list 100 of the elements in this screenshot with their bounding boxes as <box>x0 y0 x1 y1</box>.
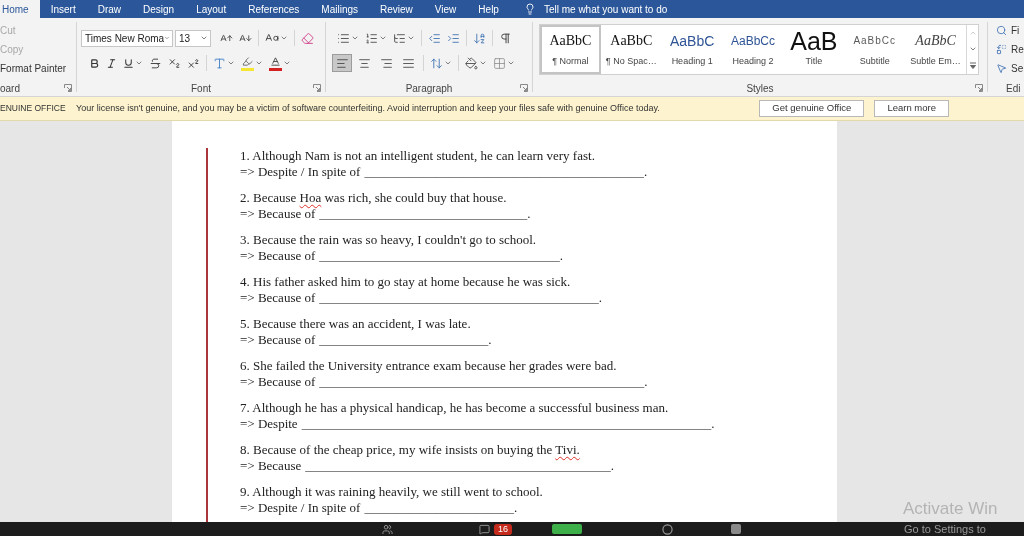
dialog-launcher-icon[interactable] <box>520 84 528 92</box>
period-text: . <box>643 164 648 180</box>
answer-prompt: => Because <box>240 458 302 474</box>
caret-icon <box>164 34 170 42</box>
fill-in-line[interactable]: _____________________________________ <box>319 248 560 264</box>
people-icon[interactable] <box>382 523 393 535</box>
decrease-indent-icon <box>428 31 441 45</box>
ribbon-tab[interactable]: Help <box>467 0 510 18</box>
ribbon-tab[interactable]: Home <box>0 0 40 18</box>
caret-icon <box>351 34 359 42</box>
period-text: . <box>513 500 518 516</box>
activation-hint: Go to Settings to <box>904 523 986 536</box>
align-left-icon <box>335 56 349 70</box>
paint-bucket-icon <box>465 56 478 70</box>
align-left-button[interactable] <box>332 54 352 72</box>
tell-me-field[interactable]: Tell me what you want to do <box>543 1 704 17</box>
sort-icon <box>473 31 486 45</box>
answer-prompt: => Because of <box>240 290 316 306</box>
ribbon-tab[interactable]: Layout <box>185 0 238 18</box>
exercise-sentence: 7. Although he has a physical handicap, he has become a successful business man. <box>240 400 670 416</box>
highlighter-icon <box>241 55 254 71</box>
fill-in-line[interactable]: _______________________________________________ <box>305 458 611 474</box>
caret-icon <box>135 59 143 67</box>
style-option[interactable]: AaBbC ¶ Normal <box>540 25 601 74</box>
ribbon-tab[interactable]: Mailings <box>310 0 370 18</box>
notice-button[interactable]: Get genuine Office <box>759 100 865 117</box>
dialog-launcher-icon[interactable] <box>975 84 983 92</box>
caret-icon <box>200 34 208 42</box>
eraser-icon <box>301 31 314 45</box>
ribbon-tab[interactable]: Draw <box>86 0 133 18</box>
answer-prompt: => Despite / In spite of <box>240 164 361 180</box>
exercise-sentence: 5. Because there was an accident, I was late. <box>240 316 472 332</box>
answer-prompt: => Because of <box>240 374 316 390</box>
period-text: . <box>527 206 531 222</box>
group-label: Styles <box>746 81 774 96</box>
caret-icon <box>479 59 487 67</box>
lightbulb-icon <box>523 3 536 15</box>
style-preview: AaBbCc <box>853 36 897 46</box>
ribbon-tab[interactable]: View <box>423 0 468 18</box>
ribbon-tab[interactable]: Insert <box>39 0 87 18</box>
find-button[interactable]: Fi <box>996 21 1024 40</box>
answer-prompt: => Despite / In spite of <box>240 500 361 516</box>
caret-icon <box>444 59 452 67</box>
style-name: ¶ Normal <box>552 55 589 68</box>
style-preview: AaBbC <box>669 34 715 48</box>
style-preview: AaBbC <box>610 34 653 48</box>
bullet-list-icon <box>337 31 350 45</box>
period-text: . <box>610 458 614 474</box>
font-color-icon <box>269 55 282 71</box>
caret-icon <box>283 59 291 67</box>
ribbon-tab[interactable]: References <box>237 0 311 18</box>
strikethrough-icon <box>149 56 162 70</box>
style-preview: AaB <box>790 28 838 54</box>
style-option[interactable]: AaB Title <box>783 25 845 74</box>
group-label: Edi <box>1006 81 1021 96</box>
fill-in-line[interactable]: ___________________________________________ <box>319 290 599 306</box>
clipboard-command[interactable]: Format Painter <box>0 59 67 78</box>
pilcrow-icon <box>499 31 512 45</box>
replace-icon <box>996 44 1007 55</box>
fill-in-line[interactable]: ___________________________________________ <box>364 164 644 180</box>
app-icon[interactable] <box>731 524 741 534</box>
answer-prompt: => Because of <box>240 248 316 264</box>
notice-title: ENUINE OFFICE <box>0 102 67 115</box>
style-preview: AaBbC <box>549 34 592 48</box>
style-option[interactable]: AaBbCc Heading 2 <box>722 25 784 74</box>
style-option[interactable]: AaBbC ¶ No Spac… <box>600 25 662 74</box>
caret-icon <box>379 34 387 42</box>
exercise-sentence: 8. Because of the cheap price, my wife insists on buying the Tivi. <box>240 442 581 458</box>
style-option[interactable]: AaBbC Heading 1 <box>661 25 723 74</box>
notice-button[interactable]: Learn more <box>874 100 949 117</box>
align-right-icon <box>379 56 393 70</box>
ribbon-tab[interactable]: Design <box>132 0 186 18</box>
caret-icon <box>227 59 235 67</box>
fill-in-line[interactable]: _______________________ <box>364 500 514 516</box>
italic-icon <box>106 57 117 69</box>
period-text: . <box>711 416 715 432</box>
style-name: Subtitle <box>859 55 890 68</box>
select-button[interactable]: Se <box>996 59 1024 78</box>
style-preview: AaBbCc <box>731 35 775 47</box>
ribbon-tab[interactable]: Review <box>369 0 424 18</box>
grid-icon <box>493 56 506 70</box>
group-label: Paragraph <box>405 81 453 96</box>
style-option[interactable]: AaBbC Subtle Em… <box>905 25 966 74</box>
answer-prompt: => Despite <box>240 416 298 432</box>
ring-icon[interactable] <box>662 523 673 535</box>
align-center-icon <box>357 56 371 70</box>
subscript-icon <box>168 56 181 70</box>
style-name: Subtle Em… <box>910 55 961 68</box>
exercise-sentence: 1. Although Nam is not an intelligent student, he can learn very fast. <box>240 148 596 164</box>
dialog-launcher-icon[interactable] <box>64 84 72 92</box>
style-option[interactable]: AaBbCc Subtitle <box>844 25 906 74</box>
group-label: Font <box>191 81 211 96</box>
exercise-sentence: 2. Because Hoa was rich, she could buy that house. <box>240 190 508 206</box>
replace-button[interactable]: Re <box>996 40 1024 59</box>
font-name-field[interactable]: Times New Roma <box>81 29 173 47</box>
multilevel-list-icon <box>393 31 406 45</box>
answer-prompt: => Because of <box>240 206 316 222</box>
font-size-field[interactable]: 13 <box>175 29 211 47</box>
chat-icon[interactable] <box>479 523 490 535</box>
dialog-launcher-icon[interactable] <box>313 84 321 92</box>
